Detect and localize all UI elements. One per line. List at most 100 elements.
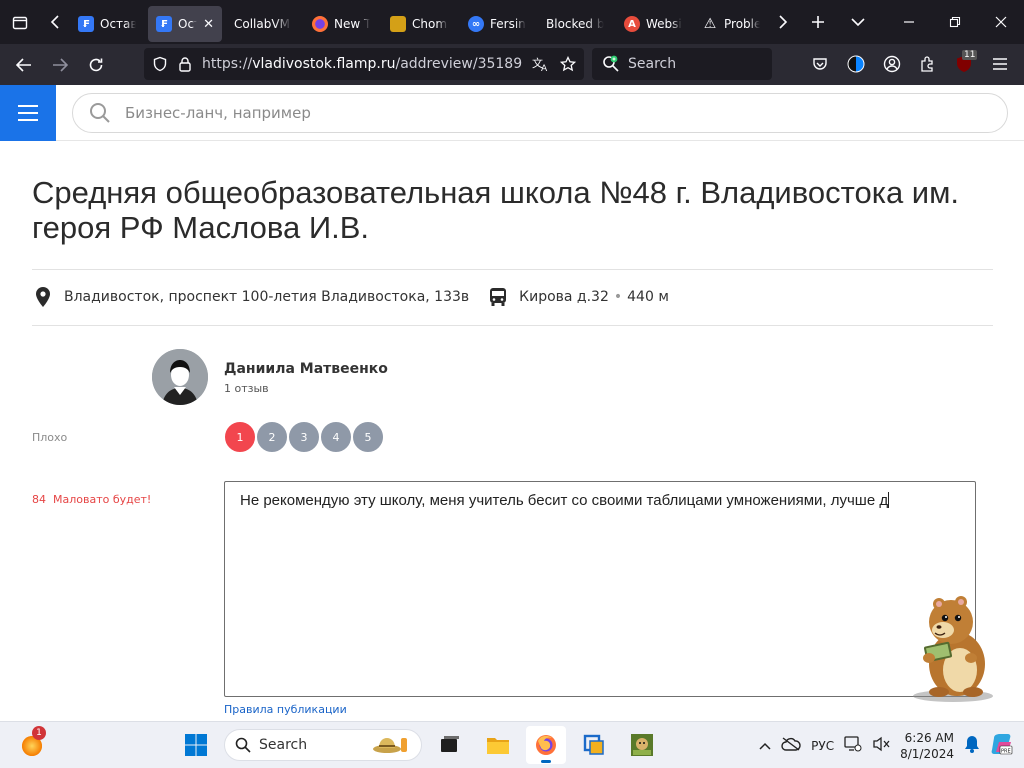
pocket-icon [813,58,827,70]
tab-label: Chomikuj [412,17,448,31]
input-language[interactable]: РУС [811,739,834,753]
rating-option-1[interactable]: 1 [224,421,256,453]
review-textarea[interactable]: Не рекомендую эту школу, меня учитель бе… [224,481,976,697]
copilot-button[interactable]: PRE [990,732,1014,759]
add-review-page: Средняя общеобразовательная школа №48 г.… [32,141,993,721]
tray-overflow-button[interactable] [759,739,771,753]
game-app-button[interactable] [622,726,662,764]
page-title: Средняя общеобразовательная школа №48 г.… [32,175,960,245]
firefox-taskbar-button[interactable] [526,726,566,764]
close-icon [995,16,1007,28]
minimize-button[interactable] [886,0,932,44]
flamp-favicon-icon: ₣ [156,16,172,32]
tab-label: Blocked by [546,17,604,31]
hamster-mascot-icon [913,596,993,702]
dark-mode-extension-icon [847,55,865,73]
search-icon [90,103,110,123]
site-menu-button[interactable] [0,85,56,141]
browser-tab[interactable]: ∞ Fersing [460,6,534,42]
close-window-button[interactable] [978,0,1024,44]
rating-option-4[interactable]: 4 [320,421,352,453]
site-header [0,85,1024,141]
tab-scroll-left-button[interactable] [40,0,70,44]
browser-tab[interactable]: ⚠ Problem [694,6,768,42]
separator-dot: • [613,289,623,305]
pocket-button[interactable] [804,48,836,80]
start-button[interactable] [176,726,216,764]
tab-scroll-right-button[interactable] [768,0,798,44]
reload-button[interactable] [78,49,114,81]
search-bar[interactable]: Search [592,48,772,80]
new-tab-button[interactable] [798,0,838,44]
onedrive-button[interactable] [781,737,801,754]
weather-badge: 1 [32,726,46,740]
bookmark-star-icon[interactable] [560,56,576,72]
publication-rules-link[interactable]: Правила публикации [224,703,347,716]
text-caret [888,492,890,508]
clock-time: 6:26 AM [904,730,954,745]
task-view-icon [441,736,459,752]
divider [32,325,993,326]
tab-label: New Tab [334,17,370,31]
browser-tab[interactable]: Chomikuj [382,6,456,42]
tab-label: CollabVM [234,17,290,31]
svg-text:A: A [541,64,548,72]
weather-widget[interactable]: 1 [20,726,48,758]
search-icon [235,737,251,753]
tab-list-button[interactable] [0,0,40,44]
link-favicon-icon: ∞ [468,16,484,32]
notifications-button[interactable] [964,735,980,756]
rating-option-5[interactable]: 5 [352,421,384,453]
game-app-icon [631,734,653,756]
translate-icon[interactable]: 文A [532,56,550,72]
browser-tab[interactable]: A Website [616,6,690,42]
search-engine-icon [603,55,619,72]
browser-tab[interactable]: ₣ Оставить отзыв [70,6,144,42]
extension-dark-reader-button[interactable] [840,48,872,80]
clock[interactable]: 6:26 AM 8/1/2024 [900,730,954,762]
arrow-right-icon [53,57,68,72]
search-bar-placeholder: Search [628,56,677,72]
rating-selector: 12345 [224,421,384,453]
app-menu-button[interactable] [984,48,1016,80]
website-favicon-icon: A [624,16,640,32]
tab-close-icon[interactable]: ✕ [203,17,214,32]
network-button[interactable] [844,736,862,755]
volume-button[interactable] [872,736,890,755]
warning-icon: ⚠ [703,16,717,32]
rating-label: Плохо [32,431,68,444]
restore-button[interactable] [932,0,978,44]
task-view-button[interactable] [430,726,470,764]
rating-option-3[interactable]: 3 [288,421,320,453]
ublock-button[interactable]: 11 [948,48,980,80]
browser-tab[interactable]: CollabVM [226,6,300,42]
url-bar[interactable]: https://vladivostok.flamp.ru/addreview/3… [144,48,584,80]
browser-tab[interactable]: New Tab [304,6,378,42]
back-button[interactable] [6,49,42,81]
flamp-favicon-icon: ₣ [78,16,94,32]
browser-tab[interactable]: Blocked by [538,6,612,42]
avatar [152,349,208,405]
site-search-input[interactable] [125,104,825,122]
virtualbox-button[interactable] [574,726,614,764]
list-all-tabs-button[interactable] [838,0,878,44]
taskbar-search[interactable]: Search [224,729,422,761]
windows-logo-icon [185,734,207,756]
forward-button[interactable] [42,49,78,81]
reload-icon [89,58,103,71]
shield-icon [153,56,167,72]
extensions-button[interactable] [912,48,944,80]
tab-label: Website [646,17,682,31]
account-button[interactable] [876,48,908,80]
chevron-down-icon [851,18,865,27]
file-explorer-button[interactable] [478,726,518,764]
tab-label: Оставить отзыв [100,17,136,31]
bus-icon [487,286,509,308]
rating-option-2[interactable]: 2 [256,421,288,453]
cloud-offline-icon [781,737,801,751]
divider [32,269,993,270]
map-pin-icon [32,286,54,308]
user-review-count: 1 отзыв [224,382,269,395]
browser-tab[interactable]: ₣ Оставить отзыв ✕ [148,6,222,42]
ublock-badge: 11 [962,50,978,60]
